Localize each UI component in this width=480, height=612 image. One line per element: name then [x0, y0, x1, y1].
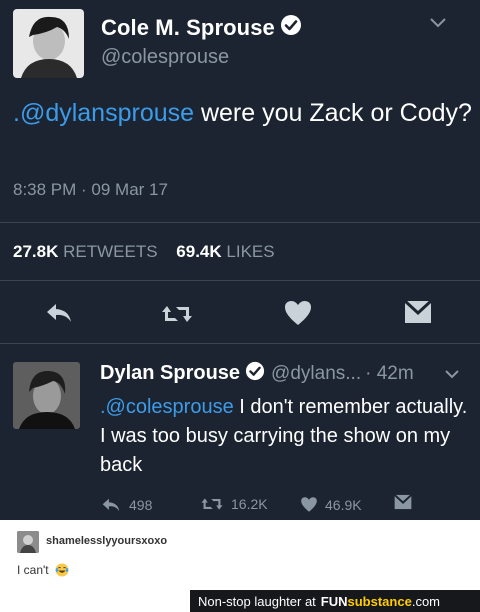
divider [0, 343, 480, 344]
like-button[interactable]: 46.9K [300, 496, 362, 513]
mention-link[interactable]: .@dylansprouse [13, 99, 194, 127]
divider [0, 280, 480, 281]
retweets-label[interactable]: RETWEETS [63, 242, 157, 261]
author-name[interactable]: Cole M. Sprouse [101, 15, 275, 41]
mention-link[interactable]: .@colesprouse [100, 396, 234, 418]
commenter-avatar[interactable] [17, 531, 39, 553]
retweet-icon [201, 498, 223, 510]
chevron-down-icon[interactable] [428, 16, 448, 35]
verified-badge-icon [245, 361, 265, 386]
likes-count[interactable]: 69.4K [176, 242, 221, 261]
reply-icon[interactable] [44, 300, 74, 331]
tweet-body: were you Zack or Cody? [194, 99, 472, 127]
reply-button[interactable]: 498 [100, 496, 152, 514]
reply-author-handle[interactable]: @dylans... [271, 363, 361, 385]
retweet-count: 16.2K [231, 496, 268, 512]
message-button[interactable] [393, 493, 420, 511]
avatar[interactable] [13, 9, 84, 78]
comment-text: I can't [17, 563, 69, 580]
like-count: 46.9K [325, 496, 362, 513]
avatar[interactable] [13, 362, 80, 429]
tweet-card: Cole M. Sprouse @colesprouse .@dylanspro… [0, 0, 480, 520]
divider [0, 222, 480, 223]
retweet-icon[interactable] [160, 303, 194, 330]
verified-badge-icon [280, 14, 302, 41]
commenter-username[interactable]: shamelesslyyoursxoxo [46, 535, 167, 547]
watermark-text: Non-stop laughter at [198, 593, 316, 609]
message-icon[interactable] [403, 298, 433, 331]
tweet-stats: 27.8K RETWEETS 69.4K LIKES [13, 242, 289, 262]
watermark-brand-com: .com [411, 593, 440, 609]
laughing-tears-emoji-icon [55, 563, 69, 580]
message-icon [393, 494, 413, 510]
reply-count: 498 [129, 497, 153, 513]
author-handle[interactable]: @colesprouse [101, 46, 229, 69]
heart-icon [301, 497, 317, 512]
likes-label[interactable]: LIKES [226, 242, 274, 261]
author-line: Cole M. Sprouse [101, 14, 302, 41]
chevron-down-icon[interactable] [444, 367, 460, 385]
watermark-brand-fun: FUN [320, 593, 348, 609]
comment-body: I can't [17, 563, 49, 577]
reply-icon [102, 498, 120, 512]
watermark-brand-sub: substance [347, 593, 412, 609]
retweets-count[interactable]: 27.8K [13, 242, 58, 261]
reply-time[interactable]: · 42m [365, 363, 414, 385]
heart-icon[interactable] [283, 299, 313, 332]
timestamp[interactable]: 8:38 PM · 09 Mar 17 [13, 180, 168, 200]
tweet-text: .@dylansprouse were you Zack or Cody? [13, 96, 473, 131]
reply-author-line: Dylan Sprouse @dylans... · 42m [100, 361, 414, 386]
watermark: Non-stop laughter at FUN substance .com [190, 590, 480, 612]
retweet-button[interactable]: 16.2K [200, 496, 268, 512]
reply-author-name[interactable]: Dylan Sprouse [100, 362, 240, 385]
reply-text: .@colesprouse I don't remember actually.… [100, 393, 470, 480]
